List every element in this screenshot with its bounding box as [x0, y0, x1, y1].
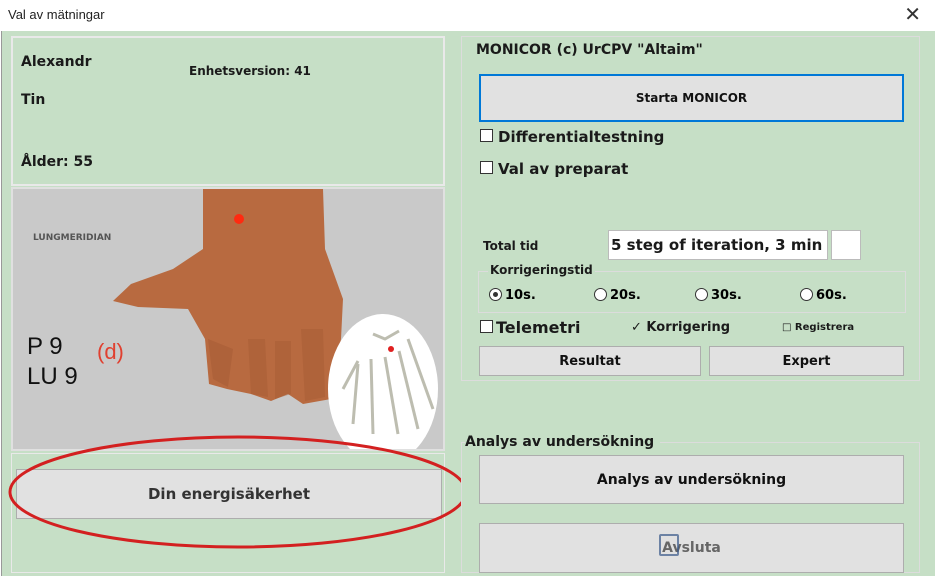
registrera-label[interactable]: □ Registrera [782, 322, 854, 333]
korrigering-label[interactable]: ✓ Korrigering [631, 320, 730, 335]
point-side: (d) [97, 339, 124, 364]
acupoint-marker [234, 214, 244, 224]
point-code-p: P 9 [27, 333, 63, 360]
radio-30s[interactable]: 30s. [695, 288, 742, 303]
dialog-client: Alexandr Tin Enhetsversion: 41 Ålder: 55 [1, 31, 935, 576]
hand-illustration [113, 189, 438, 449]
differential-label: Differentialtestning [498, 128, 665, 146]
exit-button[interactable]: Avsluta [479, 523, 904, 573]
exit-icon [659, 534, 679, 556]
device-version: Enhetsversion: 41 [189, 64, 311, 78]
window-title: Val av mätningar [8, 7, 105, 22]
monicor-title: MONICOR (c) UrCPV "Altaim" [476, 42, 703, 58]
radio-10s-dot [489, 288, 502, 301]
radio-30s-dot [695, 288, 708, 301]
radio-20s[interactable]: 20s. [594, 288, 641, 303]
radio-60s[interactable]: 60s. [800, 288, 847, 303]
close-icon[interactable]: ✕ [904, 3, 921, 25]
patient-info-box: Alexandr Tin Enhetsversion: 41 Ålder: 55 [11, 36, 445, 186]
total-time-label: Total tid [483, 239, 539, 253]
analysis-label: Analys av undersökning [465, 434, 661, 450]
radio-30s-label: 30s. [711, 288, 742, 303]
result-button[interactable]: Resultat [479, 346, 701, 376]
correction-time-label: Korrigeringstid [488, 263, 595, 277]
radio-10s-label: 10s. [505, 288, 536, 303]
expert-button[interactable]: Expert [709, 346, 904, 376]
title-bar: Val av mätningar ✕ [0, 0, 935, 31]
differential-checkbox[interactable] [480, 129, 493, 142]
meridian-image: LUNGMERIDIAN P 9 (d) LU 9 [11, 187, 445, 451]
patient-last-name: Tin [21, 92, 46, 108]
start-monicor-button[interactable]: Starta MONICOR [479, 74, 904, 122]
radio-20s-label: 20s. [610, 288, 641, 303]
total-time-extra-field[interactable] [831, 230, 861, 260]
meridian-label: LUNGMERIDIAN [33, 233, 112, 243]
patient-first-name: Alexandr [21, 54, 92, 70]
preparat-label: Val av preparat [498, 160, 629, 178]
analysis-button[interactable]: Analys av undersökning [479, 455, 904, 504]
radio-60s-dot [800, 288, 813, 301]
telemetri-label: Telemetri [496, 318, 581, 337]
radio-20s-dot [594, 288, 607, 301]
preparat-checkbox[interactable] [480, 161, 493, 174]
telemetri-checkbox[interactable] [480, 320, 493, 333]
total-time-value: 5 steg of iteration, 3 min [611, 236, 823, 254]
energy-security-button[interactable]: Din energisäkerhet [16, 469, 442, 519]
radio-10s[interactable]: 10s. [489, 288, 536, 303]
point-code-lu: LU 9 [27, 363, 78, 390]
radio-60s-label: 60s. [816, 288, 847, 303]
patient-age: Ålder: 55 [21, 154, 94, 170]
